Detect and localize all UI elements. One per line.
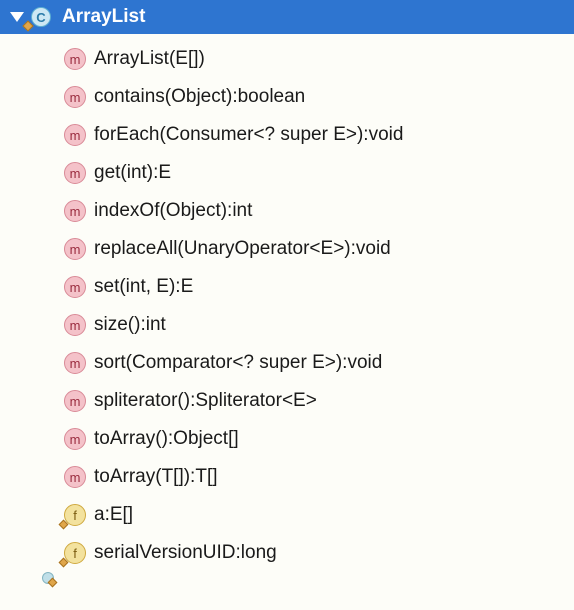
method-icon: m (64, 124, 86, 146)
member-item[interactable]: m toArray():Object[] (0, 420, 574, 458)
method-icon: m (64, 428, 86, 450)
static-marker-icon (59, 520, 69, 530)
member-label: serialVersionUID:long (94, 542, 277, 564)
member-item[interactable]: m replaceAll(UnaryOperator<E>):void (0, 230, 574, 268)
member-label: replaceAll(UnaryOperator<E>):void (94, 238, 391, 260)
member-item[interactable]: m indexOf(Object):int (0, 192, 574, 230)
member-item[interactable]: f a:E[] (0, 496, 574, 534)
member-item[interactable]: m get(int):E (0, 154, 574, 192)
class-icon: C (31, 7, 51, 27)
member-item[interactable]: m toArray(T[]):T[] (0, 458, 574, 496)
method-icon: m (64, 48, 86, 70)
method-icon: m (64, 352, 86, 374)
member-item[interactable]: f serialVersionUID:long (0, 534, 574, 572)
method-icon: m (64, 390, 86, 412)
static-marker-icon (59, 558, 69, 568)
member-label: get(int):E (94, 162, 171, 184)
member-label: forEach(Consumer<? super E>):void (94, 124, 403, 146)
method-icon: m (64, 314, 86, 336)
method-icon: m (64, 86, 86, 108)
member-item[interactable]: m set(int, E):E (0, 268, 574, 306)
method-icon: m (64, 162, 86, 184)
partial-icon (42, 572, 54, 584)
member-label: toArray(T[]):T[] (94, 466, 218, 488)
member-label: indexOf(Object):int (94, 200, 252, 222)
method-icon: m (64, 276, 86, 298)
member-item[interactable]: m contains(Object):boolean (0, 78, 574, 116)
method-icon: m (64, 238, 86, 260)
member-item[interactable]: m ArrayList(E[]) (0, 40, 574, 78)
member-label: sort(Comparator<? super E>):void (94, 352, 382, 374)
member-label: toArray():Object[] (94, 428, 239, 450)
member-label: ArrayList(E[]) (94, 48, 205, 70)
method-icon: m (64, 466, 86, 488)
member-label: contains(Object):boolean (94, 86, 305, 108)
class-header[interactable]: C ArrayList (0, 0, 574, 34)
field-icon: f (64, 504, 86, 526)
member-label: size():int (94, 314, 166, 336)
member-label: set(int, E):E (94, 276, 193, 298)
footer-partial (0, 572, 574, 592)
members-list: m ArrayList(E[]) m contains(Object):bool… (0, 34, 574, 572)
member-item[interactable]: m forEach(Consumer<? super E>):void (0, 116, 574, 154)
member-item[interactable]: m sort(Comparator<? super E>):void (0, 344, 574, 382)
field-icon: f (64, 542, 86, 564)
member-item[interactable]: m size():int (0, 306, 574, 344)
expand-toggle-icon[interactable] (10, 12, 24, 22)
member-item[interactable]: m spliterator():Spliterator<E> (0, 382, 574, 420)
member-label: a:E[] (94, 504, 133, 526)
class-icon-wrap: C (30, 6, 52, 28)
method-icon: m (64, 200, 86, 222)
member-label: spliterator():Spliterator<E> (94, 390, 317, 412)
class-title: ArrayList (62, 6, 145, 28)
